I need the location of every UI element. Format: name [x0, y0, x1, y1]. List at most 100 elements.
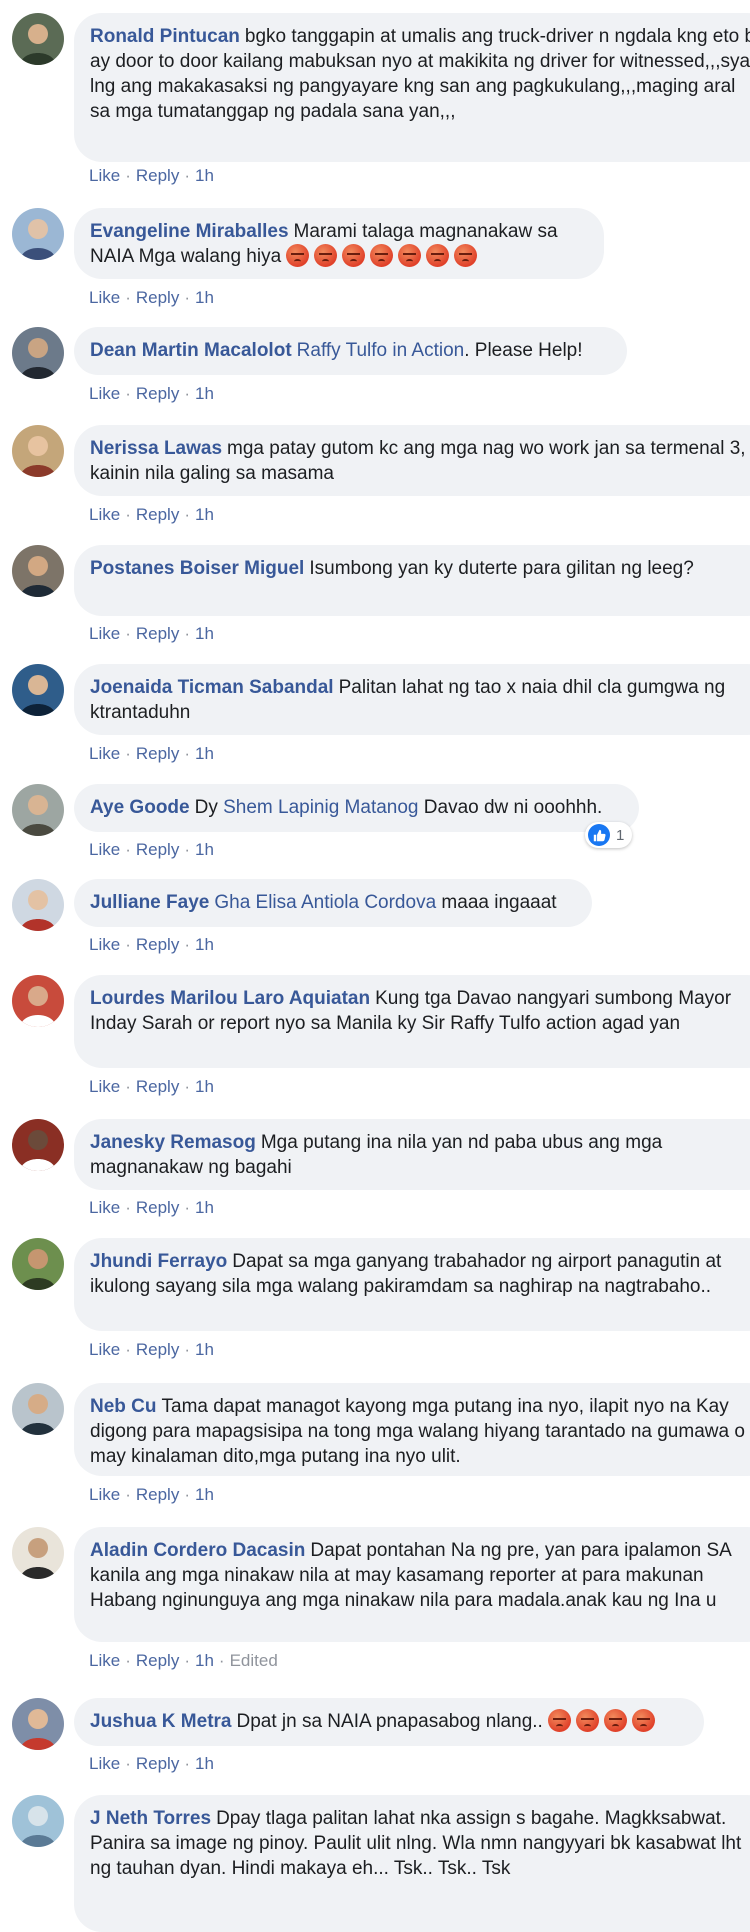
like-link[interactable]: Like — [89, 935, 120, 954]
like-link[interactable]: Like — [89, 1754, 120, 1773]
comment-author[interactable]: Evangeline Miraballes — [90, 221, 289, 242]
reply-link[interactable]: Reply — [136, 384, 179, 403]
comment-author[interactable]: J Neth Torres — [90, 1808, 211, 1829]
like-link[interactable]: Like — [89, 744, 120, 763]
separator-dot: · — [125, 744, 131, 763]
like-link[interactable]: Like — [89, 1198, 120, 1217]
reply-link[interactable]: Reply — [136, 1485, 179, 1504]
reply-link[interactable]: Reply — [136, 288, 179, 307]
comment-text-prefix: Dy — [194, 797, 224, 818]
separator-dot: · — [125, 288, 131, 307]
angry-emoji-icon — [314, 244, 338, 267]
reply-link[interactable]: Reply — [136, 935, 179, 954]
angry-emoji-icon — [370, 244, 394, 267]
comment-timestamp[interactable]: 1h — [195, 1198, 214, 1217]
reply-link[interactable]: Reply — [136, 744, 179, 763]
like-link[interactable]: Like — [89, 505, 120, 524]
comment-timestamp[interactable]: 1h — [195, 1754, 214, 1773]
avatar[interactable] — [12, 784, 64, 836]
avatar[interactable] — [12, 1698, 64, 1750]
separator-dot: · — [125, 505, 131, 524]
avatar[interactable] — [12, 664, 64, 716]
separator-dot: · — [184, 1651, 190, 1670]
reply-link[interactable]: Reply — [136, 1077, 179, 1096]
like-link[interactable]: Like — [89, 384, 120, 403]
avatar[interactable] — [12, 13, 64, 65]
comment-author[interactable]: Nerissa Lawas — [90, 438, 222, 459]
comment-timestamp[interactable]: 1h — [195, 384, 214, 403]
comment-timestamp[interactable]: 1h — [195, 288, 214, 307]
edited-label[interactable]: Edited — [230, 1651, 278, 1670]
separator-dot: · — [184, 1754, 190, 1773]
avatar[interactable] — [12, 975, 64, 1027]
reply-link[interactable]: Reply — [136, 840, 179, 859]
comment-author[interactable]: Janesky Remasog — [90, 1132, 256, 1153]
like-link[interactable]: Like — [89, 840, 120, 859]
like-link[interactable]: Like — [89, 166, 120, 185]
angry-emoji-icon — [604, 1709, 628, 1732]
comment-mention[interactable]: Shem Lapinig Matanog — [223, 797, 418, 818]
separator-dot: · — [125, 840, 131, 859]
reply-link[interactable]: Reply — [136, 1198, 179, 1217]
separator-dot: · — [184, 166, 190, 185]
avatar[interactable] — [12, 1383, 64, 1435]
comment-author[interactable]: Lourdes Marilou Laro Aquiatan — [90, 988, 370, 1009]
comment-author[interactable]: Dean Martin Macalolot — [90, 340, 292, 361]
separator-dot: · — [184, 1077, 190, 1096]
comment-author[interactable]: Ronald Pintucan — [90, 26, 240, 47]
comment-timestamp[interactable]: 1h — [195, 744, 214, 763]
comment-actions: Like · Reply · 1h — [89, 288, 214, 308]
comment-timestamp[interactable]: 1h — [195, 1485, 214, 1504]
comment-author[interactable]: Neb Cu — [90, 1396, 157, 1417]
avatar[interactable] — [12, 1238, 64, 1290]
like-link[interactable]: Like — [89, 288, 120, 307]
like-link[interactable]: Like — [89, 1340, 120, 1359]
separator-dot: · — [125, 935, 131, 954]
comment-author[interactable]: Aladin Cordero Dacasin — [90, 1540, 305, 1561]
comment-author[interactable]: Postanes Boiser Miguel — [90, 558, 304, 579]
reply-link[interactable]: Reply — [136, 166, 179, 185]
avatar[interactable] — [12, 1795, 64, 1847]
avatar[interactable] — [12, 545, 64, 597]
comment-author[interactable]: Joenaida Ticman Sabandal — [90, 677, 334, 698]
separator-dot: · — [218, 1651, 225, 1670]
separator-dot: · — [184, 624, 190, 643]
comment-timestamp[interactable]: 1h — [195, 935, 214, 954]
comment-author[interactable]: Jhundi Ferrayo — [90, 1251, 227, 1272]
avatar[interactable] — [12, 1119, 64, 1171]
separator-dot: · — [125, 1340, 131, 1359]
reply-link[interactable]: Reply — [136, 1340, 179, 1359]
comment-timestamp[interactable]: 1h — [195, 1340, 214, 1359]
comment-bubble: Nerissa Lawas mga patay gutom kc ang mga … — [74, 425, 750, 496]
like-link[interactable]: Like — [89, 624, 120, 643]
comment-author[interactable]: Aye Goode — [90, 797, 190, 818]
comment-mention[interactable]: Raffy Tulfo in Action — [297, 340, 465, 361]
avatar[interactable] — [12, 208, 64, 260]
comment-actions: Like · Reply · 1h — [89, 1754, 214, 1774]
comment-author[interactable]: Julliane Faye — [90, 892, 209, 913]
comment-timestamp[interactable]: 1h — [195, 1651, 214, 1670]
comment-timestamp[interactable]: 1h — [195, 166, 214, 185]
comment-mention[interactable]: Gha Elisa Antiola Cordova — [214, 892, 436, 913]
comment-author[interactable]: Jushua K Metra — [90, 1711, 231, 1732]
reply-link[interactable]: Reply — [136, 1754, 179, 1773]
reply-link[interactable]: Reply — [136, 1651, 179, 1670]
avatar[interactable] — [12, 879, 64, 931]
avatar[interactable] — [12, 327, 64, 379]
comment-timestamp[interactable]: 1h — [195, 840, 214, 859]
avatar[interactable] — [12, 1527, 64, 1579]
like-link[interactable]: Like — [89, 1485, 120, 1504]
avatar[interactable] — [12, 425, 64, 477]
comment-timestamp[interactable]: 1h — [195, 505, 214, 524]
comment-bubble: J Neth Torres Dpay tlaga palitan lahat nk… — [74, 1795, 750, 1932]
reply-link[interactable]: Reply — [136, 624, 179, 643]
comment-timestamp[interactable]: 1h — [195, 1077, 214, 1096]
reply-link[interactable]: Reply — [136, 505, 179, 524]
reaction-count-pill[interactable]: 1 — [585, 822, 633, 848]
like-link[interactable]: Like — [89, 1077, 120, 1096]
like-link[interactable]: Like — [89, 1651, 120, 1670]
comment-bubble: Lourdes Marilou Laro Aquiatan Kung tga Da… — [74, 975, 750, 1068]
comment-actions: Like · Reply · 1h — [89, 505, 214, 525]
comment-bubble: Aye Goode Dy Shem Lapinig Matanog Davao d… — [74, 784, 639, 832]
comment-timestamp[interactable]: 1h — [195, 624, 214, 643]
